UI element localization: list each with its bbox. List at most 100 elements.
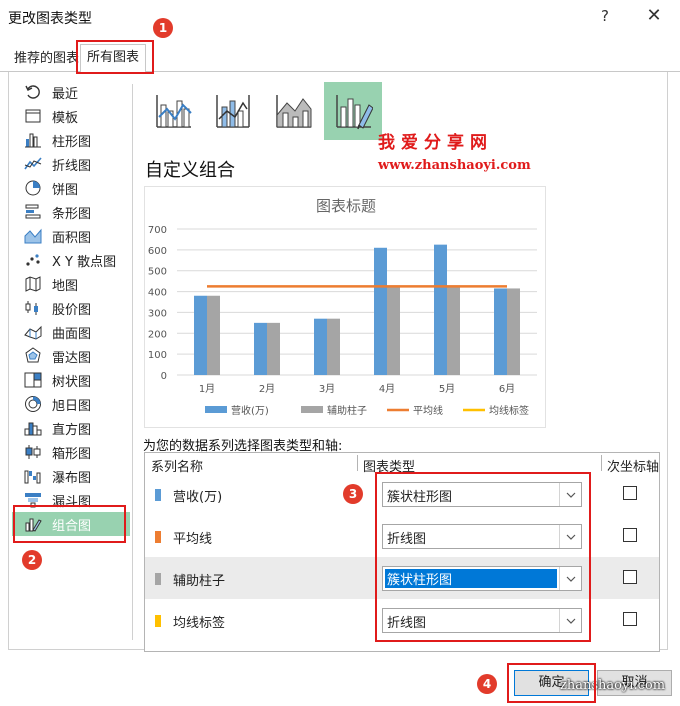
sidebar-item-label: 饼图 — [52, 182, 79, 198]
sidebar-item-label: 模板 — [52, 110, 79, 126]
sidebar-item-label: 条形图 — [52, 206, 92, 222]
bar — [327, 318, 340, 375]
y-tick-label: 600 — [148, 246, 167, 257]
stock-chart-icon — [24, 299, 42, 317]
sidebar-item[interactable]: 折线图 — [12, 152, 130, 176]
subtype-combo-column-line[interactable] — [144, 82, 202, 140]
x-tick-label: 4月 — [379, 383, 395, 395]
custom-combo-icon — [336, 95, 373, 130]
sidebar-item[interactable]: 瀑布图 — [12, 464, 130, 488]
y-tick-label: 300 — [148, 308, 167, 319]
sidebar-item[interactable]: 曲面图 — [12, 320, 130, 344]
bar — [374, 247, 387, 375]
sidebar-item[interactable]: 条形图 — [12, 200, 130, 224]
sidebar-item[interactable]: 饼图 — [12, 176, 130, 200]
series-grid-header: 系列名称 图表类型 次坐标轴 — [145, 453, 659, 475]
annotation-box-all-charts — [76, 40, 154, 74]
sidebar-item-label: 雷达图 — [52, 350, 92, 366]
sidebar-item[interactable]: 箱形图 — [12, 440, 130, 464]
sidebar-item-label: 曲面图 — [52, 326, 92, 342]
secondary-axis-checkbox[interactable] — [623, 486, 637, 500]
bar — [207, 295, 220, 375]
subtype-custom-combo[interactable] — [324, 82, 382, 140]
sidebar-item[interactable]: 雷达图 — [12, 344, 130, 368]
sidebar-item[interactable]: 地图 — [12, 272, 130, 296]
series-color-swatch — [155, 573, 161, 585]
recent-icon — [24, 83, 42, 101]
sidebar-item[interactable]: 最近 — [12, 80, 130, 104]
annotation-box-chart-types — [375, 472, 591, 642]
column-divider — [357, 455, 358, 471]
chart-category-list: 最近模板柱形图折线图饼图条形图面积图 X Y 散点图 地图股价图曲面图雷达图树状图旭… — [12, 80, 130, 550]
sidebar-item[interactable]: X Y 散点图 — [12, 248, 130, 272]
sidebar-item[interactable]: 树状图 — [12, 368, 130, 392]
watermark-url: www.zhanshaoyi.com — [378, 158, 531, 173]
tab-recommended-charts[interactable]: 推荐的图表 — [8, 48, 85, 72]
sidebar-item-label: 瀑布图 — [52, 470, 92, 486]
y-tick-label: 100 — [148, 350, 167, 361]
bar — [507, 288, 520, 375]
sidebar-item[interactable]: 直方图 — [12, 416, 130, 440]
column-divider — [601, 455, 602, 471]
bar — [194, 295, 207, 375]
sidebar-item-label: 直方图 — [52, 422, 92, 438]
chart-title: 图表标题 — [316, 197, 376, 215]
legend-swatch — [301, 406, 323, 413]
surface-chart-icon — [24, 323, 42, 341]
watermark-title: 我爱分享网 — [378, 133, 493, 153]
section-title: 自定义组合 — [145, 160, 235, 181]
bar — [447, 285, 460, 375]
y-tick-label: 400 — [148, 288, 167, 299]
bar — [387, 285, 400, 375]
y-tick-label: 500 — [148, 267, 167, 278]
bar — [267, 322, 280, 375]
chart-preview: 图表标题 0 100 200 300 400 500 600 700 1月 2月 3月 4月 5月 6月 营收… — [144, 186, 546, 428]
bar — [434, 244, 447, 375]
combo-column-line-secondary-icon — [216, 95, 250, 128]
waterfall-chart-icon — [24, 467, 42, 485]
secondary-axis-checkbox[interactable] — [623, 528, 637, 542]
bar-chart-icon — [24, 203, 42, 221]
sidebar-item-label: 折线图 — [52, 158, 92, 174]
subtype-combo-area-column[interactable] — [264, 82, 322, 140]
sidebar-divider — [132, 84, 133, 640]
secondary-axis-checkbox[interactable] — [623, 612, 637, 626]
sidebar-item-label: 柱形图 — [52, 134, 92, 150]
combo-column-line-icon — [156, 95, 192, 128]
series-color-swatch — [155, 489, 161, 501]
help-button[interactable]: ? — [595, 6, 615, 26]
bar — [494, 288, 507, 375]
annotation-box-combo — [13, 505, 126, 543]
series-color-swatch — [155, 531, 161, 543]
secondary-axis-checkbox[interactable] — [623, 570, 637, 584]
subtype-combo-column-line-secondary[interactable] — [204, 82, 262, 140]
series-name: 营收(万) — [173, 490, 223, 505]
sidebar-item-label: X Y 散点图 — [52, 254, 117, 270]
title-bar: 更改图表类型 ? ✕ — [0, 0, 680, 34]
close-button[interactable]: ✕ — [644, 6, 664, 26]
x-tick-label: 5月 — [439, 383, 455, 395]
sidebar-item[interactable]: 模板 — [12, 104, 130, 128]
series-name: 均线标签 — [173, 616, 226, 631]
x-tick-label: 6月 — [499, 383, 515, 395]
sidebar-item-label: 最近 — [52, 86, 79, 102]
pie-chart-icon — [24, 179, 42, 197]
series-name: 平均线 — [173, 532, 213, 547]
sidebar-item-label: 面积图 — [52, 230, 92, 246]
chart-subtype-row — [144, 82, 404, 142]
sidebar-item-label: 股价图 — [52, 302, 92, 318]
bar — [314, 318, 327, 375]
sidebar-item[interactable]: 旭日图 — [12, 392, 130, 416]
legend-label: 平均线 — [413, 404, 443, 417]
sidebar-item-label: 地图 — [52, 278, 79, 294]
sidebar-item-label: 箱形图 — [52, 446, 92, 462]
sidebar-item[interactable]: 柱形图 — [12, 128, 130, 152]
sidebar-item-label: 树状图 — [52, 374, 92, 390]
histogram-chart-icon — [24, 419, 42, 437]
sidebar-item[interactable]: 面积图 — [12, 224, 130, 248]
x-tick-label: 3月 — [319, 383, 335, 395]
map-chart-icon — [24, 275, 42, 293]
scatter-chart-icon — [24, 251, 42, 269]
sidebar-item[interactable]: 股价图 — [12, 296, 130, 320]
treemap-chart-icon — [24, 371, 42, 389]
